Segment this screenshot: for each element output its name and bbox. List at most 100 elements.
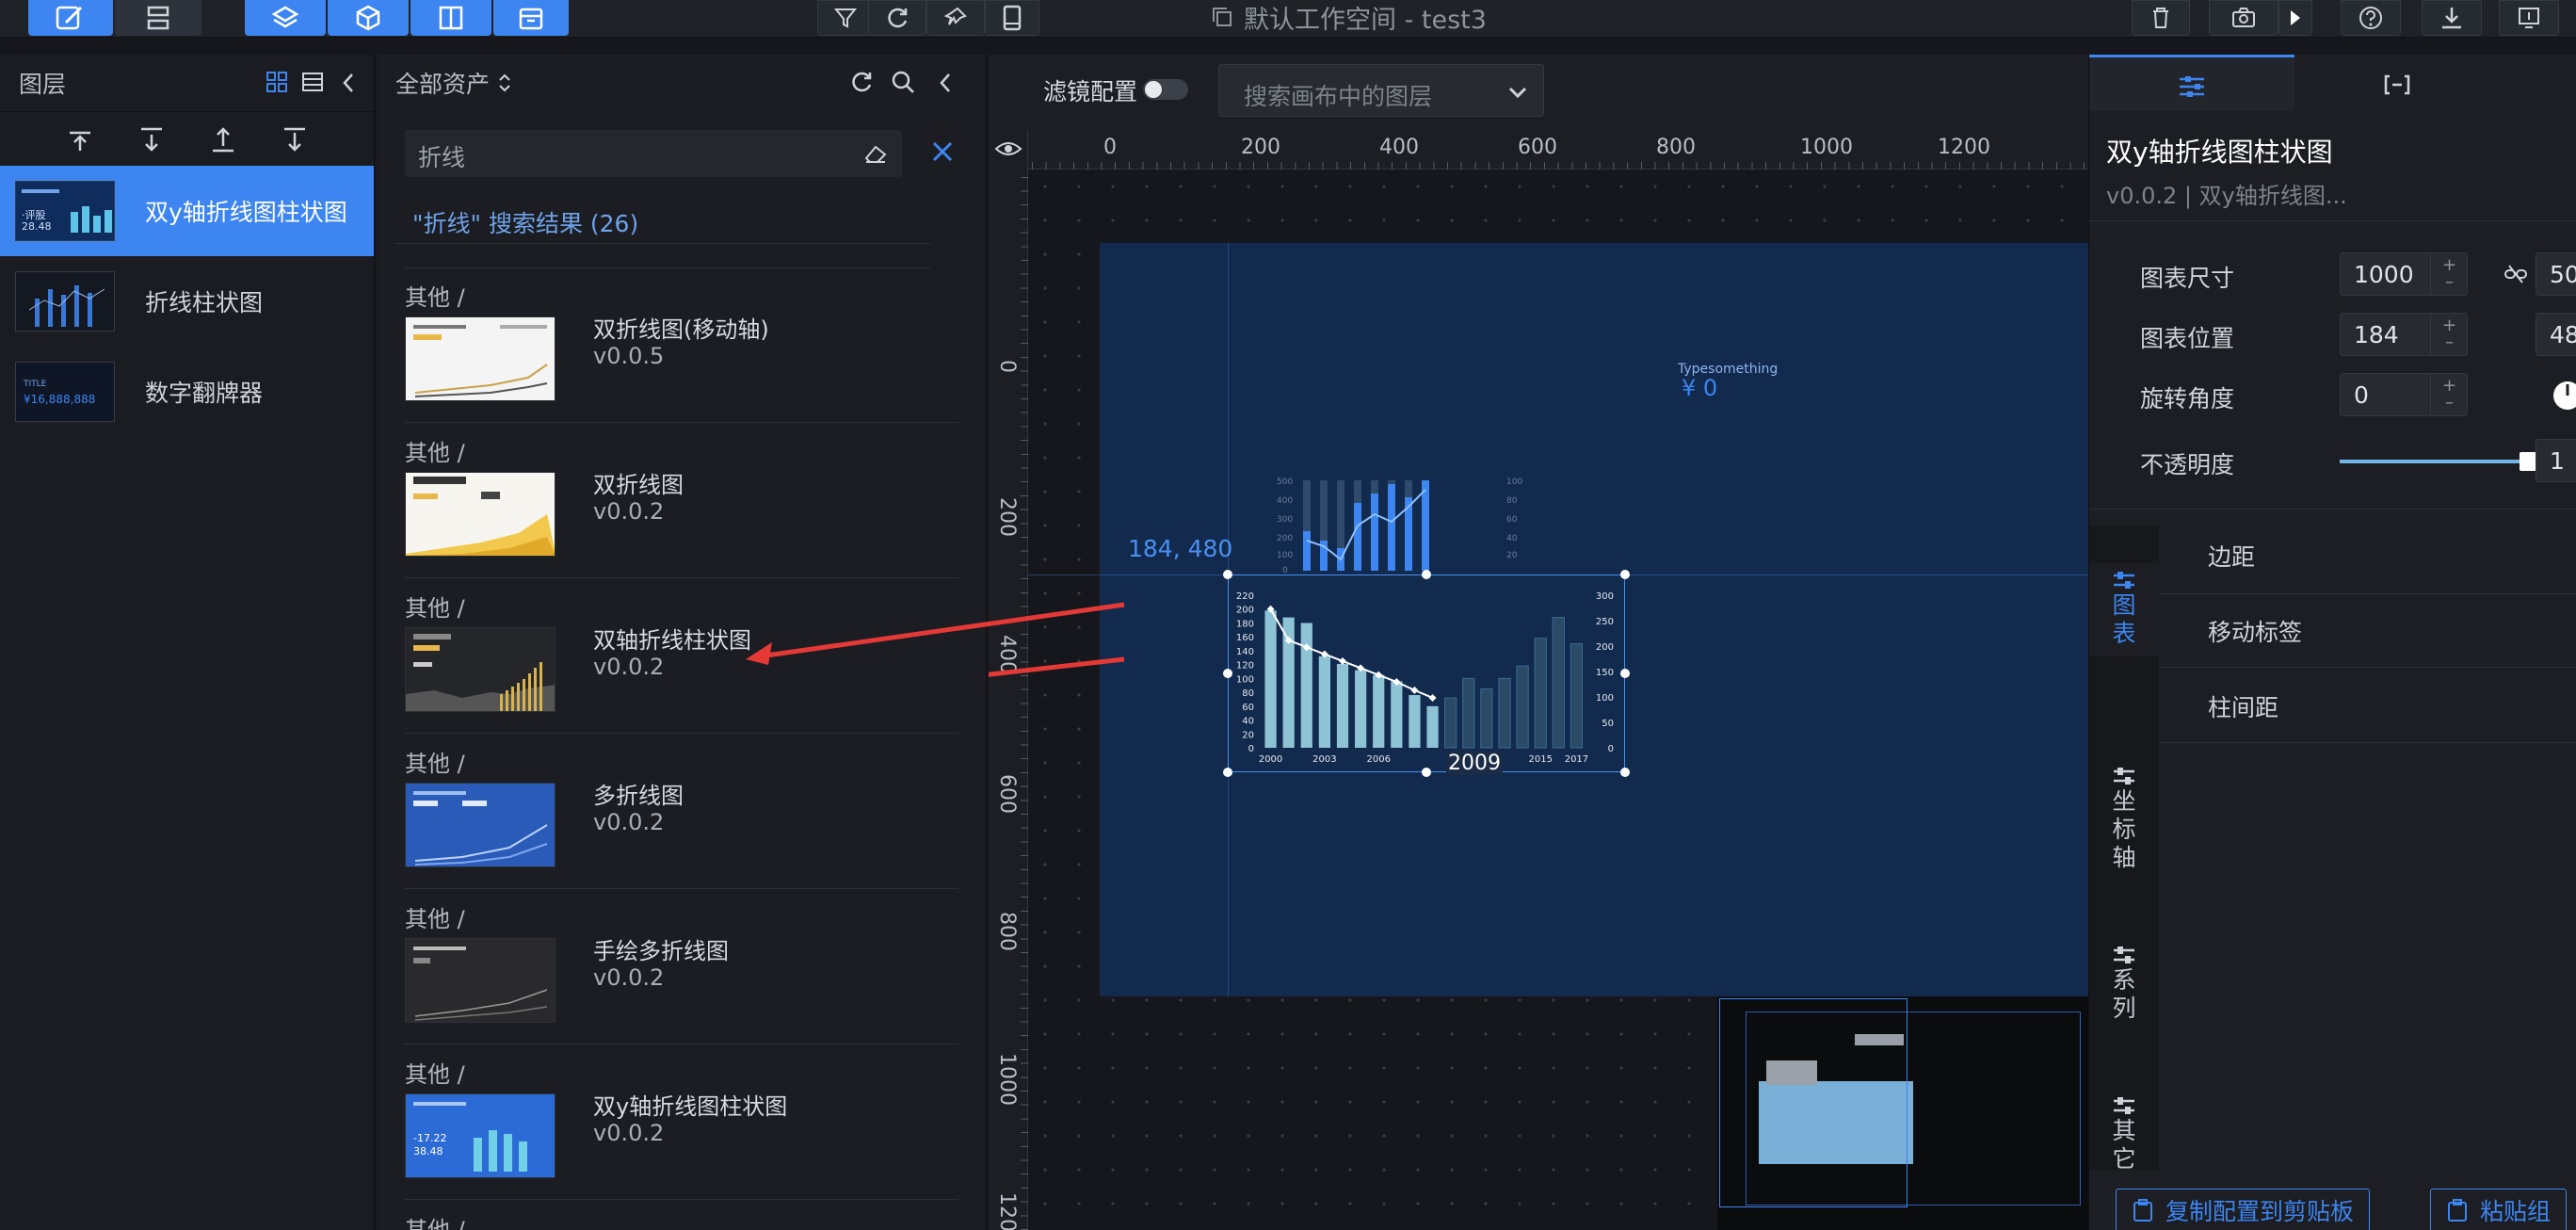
asset-item[interactable]: 其他 / 手绘多折线图 v0.0.2 xyxy=(405,900,986,1044)
asset-version: v0.0.2 xyxy=(593,498,665,525)
asset-search-input[interactable]: 折线 xyxy=(418,139,465,173)
tab-style[interactable] xyxy=(2089,55,2294,111)
vtab-series[interactable]: 系 列 xyxy=(2089,946,2159,1023)
move-down-icon[interactable] xyxy=(137,125,166,154)
resize-handle[interactable] xyxy=(1223,570,1232,579)
mini-axis-label: 200 xyxy=(1277,534,1293,543)
edit-mode-button[interactable] xyxy=(28,0,113,36)
asset-item[interactable]: 其他 / 双折线图 v0.0.2 xyxy=(405,434,986,578)
assets-title[interactable]: 全部资产 xyxy=(395,66,490,100)
section-margin[interactable]: 边距 xyxy=(2208,539,2255,573)
asset-name: 双折线图(移动轴) xyxy=(593,316,769,343)
move-to-bottom-icon[interactable] xyxy=(281,125,309,154)
y-right-tick-label: 300 xyxy=(1596,591,1614,602)
resize-handle[interactable] xyxy=(1620,570,1630,579)
asset-item[interactable]: 其他 / -17.22 38.48 双y轴折线图柱状图 v0.0.2 xyxy=(405,1056,986,1200)
filter-button[interactable] xyxy=(817,0,874,36)
move-up-icon[interactable] xyxy=(66,125,94,154)
resize-handle[interactable] xyxy=(1422,768,1431,777)
vtab-chart[interactable]: 图 表 xyxy=(2089,563,2159,655)
chart-bar xyxy=(1264,610,1277,748)
toggle-knob xyxy=(1145,81,1162,98)
layer-item-dual-axis-chart[interactable]: ·评股 28.48 双y轴折线图柱状图 xyxy=(0,166,374,256)
y-right-tick-label: 200 xyxy=(1596,642,1614,653)
opacity-slider-knob[interactable] xyxy=(2520,452,2536,471)
vtab-other[interactable]: 其 它 xyxy=(2089,1096,2159,1173)
minimap-viewport[interactable] xyxy=(1719,998,1908,1207)
layer-item-line-bar-chart[interactable]: 折线柱状图 xyxy=(0,256,374,347)
eraser-icon[interactable] xyxy=(862,141,889,166)
layer-search-select[interactable]: 搜索画布中的图层 xyxy=(1218,64,1544,117)
asset-thumbnail xyxy=(405,627,555,712)
chart-line xyxy=(1269,608,1433,699)
minimap[interactable] xyxy=(1717,996,2088,1230)
pos-x-stepper[interactable]: + – xyxy=(2430,313,2468,356)
ruler-h-label: 600 xyxy=(1518,136,1557,159)
rotation-dial-icon[interactable] xyxy=(2552,380,2576,411)
height-input[interactable]: 500 xyxy=(2536,252,2576,296)
config-toggle-button[interactable] xyxy=(493,0,569,36)
mini-line-bar-chart[interactable]: 500 400 300 200 100 0 100 80 60 40 20 xyxy=(1265,475,1529,573)
asset-item[interactable]: 其他 / xyxy=(405,1211,986,1230)
section-bar-gap[interactable]: 柱间距 xyxy=(2208,689,2278,723)
collapse-left-icon[interactable] xyxy=(938,72,953,94)
asset-item[interactable]: 其他 / 多折线图 v0.0.2 xyxy=(405,745,986,889)
publish-button[interactable] xyxy=(2499,0,2559,36)
asset-item[interactable]: 其他 / 双折线图(移动轴) v0.0.5 xyxy=(405,279,986,423)
phone-icon xyxy=(1003,5,1022,31)
search-icon[interactable] xyxy=(891,70,915,94)
thumb-chart-graphic xyxy=(406,514,555,556)
layer-item-number-flipper[interactable]: TITLE ¥16,888,888 数字翻牌器 xyxy=(0,347,374,437)
ruler-corner[interactable] xyxy=(989,130,1028,170)
help-button[interactable] xyxy=(2341,0,2401,36)
layer-thumbnail: TITLE ¥16,888,888 xyxy=(15,362,115,422)
chart-bar xyxy=(1444,697,1457,749)
flow-mode-button[interactable] xyxy=(115,0,201,36)
position-label: 图表位置 xyxy=(2140,325,2235,352)
close-search-icon[interactable] xyxy=(930,138,955,166)
panel-toggle-button[interactable] xyxy=(411,0,491,36)
link-ratio-icon[interactable] xyxy=(2504,264,2528,284)
sort-icon[interactable] xyxy=(497,71,512,95)
chart-bar xyxy=(1498,677,1511,749)
opacity-input[interactable]: 1 xyxy=(2536,439,2576,482)
asset-search-field[interactable]: 折线 xyxy=(405,130,902,177)
pin-button[interactable] xyxy=(926,0,985,36)
layers-toggle-button[interactable] xyxy=(245,0,326,36)
screen-icon xyxy=(2519,8,2539,28)
grid-view-icon[interactable] xyxy=(266,71,288,93)
list-view-icon[interactable] xyxy=(301,71,324,93)
pos-y-input[interactable]: 480 xyxy=(2536,313,2576,356)
ruler-v-label: 200 xyxy=(995,497,1019,537)
opacity-slider-track[interactable] xyxy=(2340,460,2528,463)
vtab-axis[interactable]: 坐 标 轴 xyxy=(2089,767,2159,872)
clear-button[interactable] xyxy=(2132,0,2190,36)
resize-handle[interactable] xyxy=(1620,768,1630,777)
resize-handle[interactable] xyxy=(1620,669,1630,678)
resize-handle[interactable] xyxy=(1223,768,1232,777)
filter-toggle[interactable] xyxy=(1143,79,1188,100)
refresh-icon[interactable] xyxy=(849,70,874,94)
vtab-label: 其 它 xyxy=(2112,1117,2136,1173)
download-button[interactable] xyxy=(2422,0,2482,36)
paste-config-button[interactable]: 粘贴组 xyxy=(2430,1189,2568,1230)
refresh-button[interactable] xyxy=(868,0,926,36)
collapse-left-icon[interactable] xyxy=(341,72,356,94)
width-stepper[interactable]: + – xyxy=(2430,252,2468,296)
copy-config-button[interactable]: 复制配置到剪贴板 xyxy=(2116,1189,2371,1230)
preview-play-button[interactable] xyxy=(2278,0,2312,36)
sliders-icon xyxy=(2114,947,2134,963)
vtab-label: 图 表 xyxy=(2112,591,2136,647)
asset-name: 双轴折线柱状图 xyxy=(593,627,751,654)
snapshot-button[interactable] xyxy=(2209,0,2278,36)
components-toggle-button[interactable] xyxy=(328,0,409,36)
resize-handle[interactable] xyxy=(1422,570,1431,579)
mobile-preview-button[interactable] xyxy=(985,0,1039,36)
section-move-label[interactable]: 移动标签 xyxy=(2208,614,2302,648)
asset-name: 手绘多折线图 xyxy=(593,938,729,964)
tab-data[interactable] xyxy=(2294,55,2500,111)
move-to-top-icon[interactable] xyxy=(209,125,237,154)
asset-category: 其他 / xyxy=(405,440,465,466)
asset-name: 双折线图 xyxy=(593,472,684,498)
rotation-stepper[interactable]: + – xyxy=(2430,373,2468,416)
